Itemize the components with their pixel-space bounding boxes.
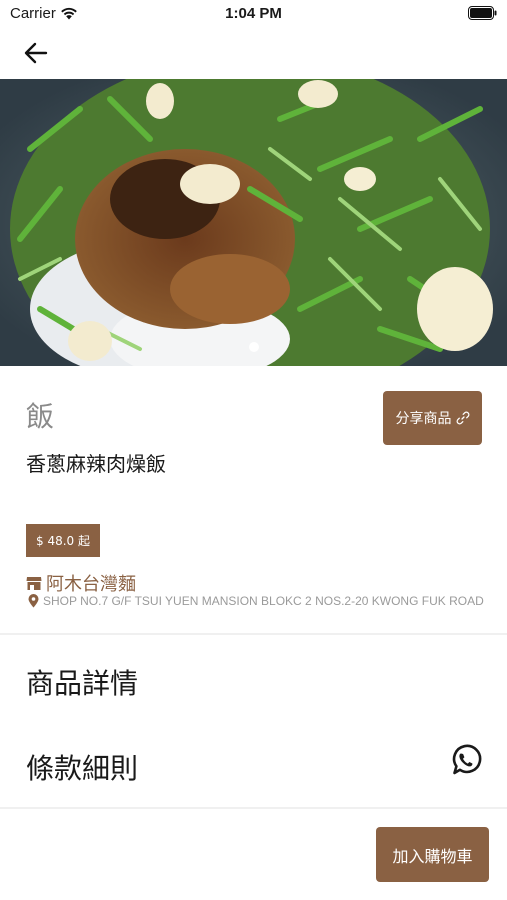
nav-bar xyxy=(0,28,507,78)
shop-address-row: SHOP NO.7 G/F TSUI YUEN MANSION BLOKC 2 … xyxy=(28,594,488,608)
product-category: 飯 xyxy=(26,400,55,433)
price-badge: $ 48.0 起 xyxy=(26,524,100,557)
status-bar: Carrier 1:04 PM xyxy=(0,0,507,28)
product-name: 香蔥麻辣肉燥飯 xyxy=(26,452,166,476)
product-details-section[interactable]: 商品詳情 xyxy=(26,662,138,702)
section-divider xyxy=(0,633,507,635)
carousel-indicator xyxy=(0,342,507,352)
arrow-left-icon xyxy=(24,42,48,64)
product-photo xyxy=(0,79,507,366)
whatsapp-icon[interactable] xyxy=(448,742,484,778)
back-button[interactable] xyxy=(20,38,52,68)
link-icon xyxy=(456,411,469,425)
share-product-button[interactable]: 分享商品 xyxy=(383,391,482,445)
battery-icon xyxy=(468,6,497,20)
status-time: 1:04 PM xyxy=(225,5,282,22)
add-to-cart-button[interactable]: 加入購物車 xyxy=(376,827,489,882)
location-pin-icon xyxy=(28,594,39,608)
carousel-dot[interactable] xyxy=(248,342,259,352)
product-image-carousel[interactable] xyxy=(0,79,507,366)
store-icon xyxy=(26,576,42,590)
shop-name: 阿木台灣麵 xyxy=(46,574,136,595)
footer-divider xyxy=(0,807,507,809)
terms-section[interactable]: 條款細則 xyxy=(26,747,138,787)
share-button-label: 分享商品 xyxy=(395,411,452,427)
shop-address: SHOP NO.7 G/F TSUI YUEN MANSION BLOKC 2 … xyxy=(43,594,484,608)
shop-link[interactable]: 阿木台灣麵 xyxy=(26,570,136,596)
